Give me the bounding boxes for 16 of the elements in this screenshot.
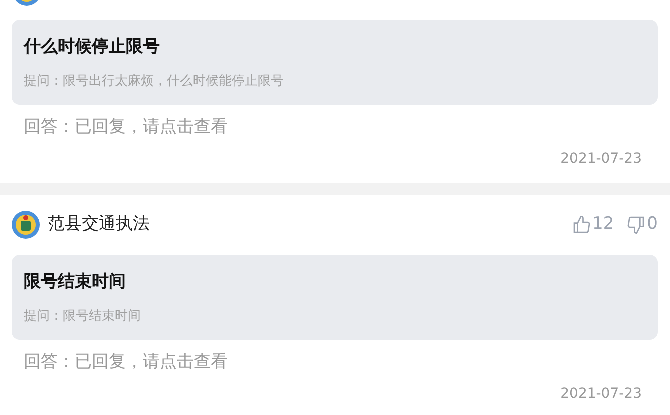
post-date: 2021-07-23	[560, 385, 642, 404]
avatar-icon	[12, 211, 40, 239]
answer-status: 回答：已回复，请点击查看	[24, 117, 228, 137]
thumbs-down-icon[interactable]	[626, 215, 646, 235]
question-title: 什么时候停止限号	[24, 36, 161, 58]
post-date: 2021-07-23	[560, 150, 642, 169]
question-card[interactable]: 限号结束时间 提问：限号结束时间	[12, 255, 658, 340]
dislike-count: 0	[647, 213, 658, 236]
author-name: 范县交通执法	[48, 213, 150, 236]
answer-status: 回答：已回复，请点击查看	[24, 352, 228, 372]
thumbs-up-icon[interactable]	[572, 215, 592, 235]
question-text: 提问：限号出行太麻烦，什么时候能停止限号	[24, 73, 285, 91]
question-card[interactable]: 什么时候停止限号 提问：限号出行太麻烦，什么时候能停止限号	[12, 20, 658, 105]
question-text: 提问：限号结束时间	[24, 308, 142, 326]
question-title: 限号结束时间	[24, 271, 127, 293]
like-count: 12	[592, 213, 614, 236]
